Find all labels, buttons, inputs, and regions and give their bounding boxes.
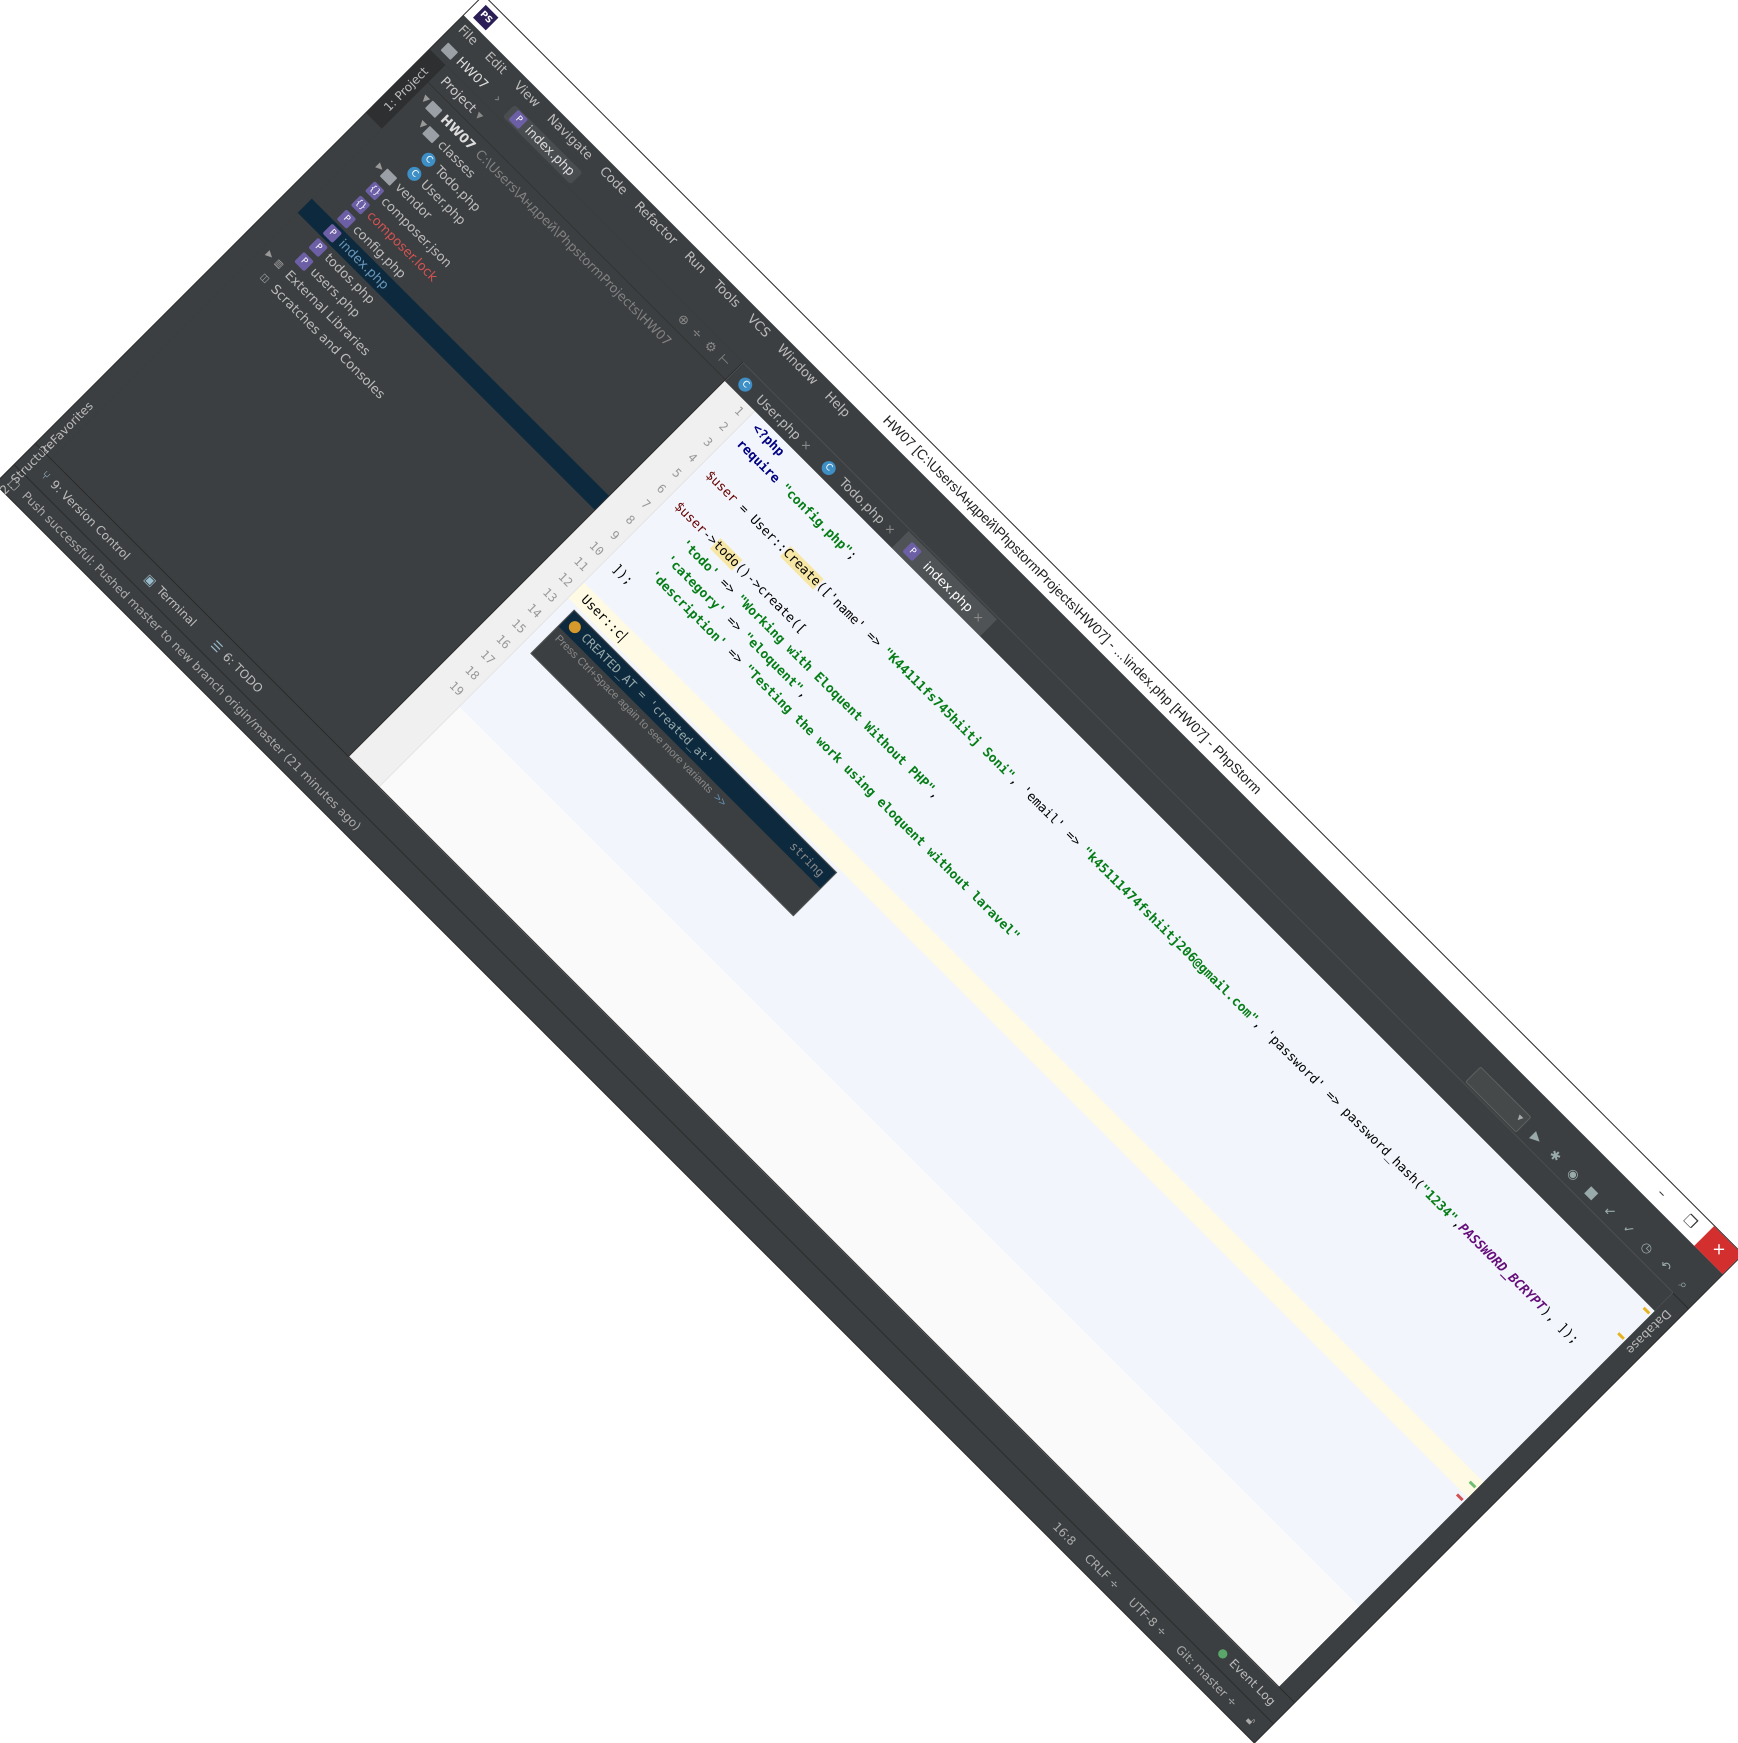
rotated-screenshot: PS HW07 [C:\Users\Андрей\PhpstormProject… xyxy=(0,0,1738,1743)
change-mark[interactable] xyxy=(1468,1480,1477,1489)
vcs-revert-icon[interactable]: ↶ xyxy=(1654,1255,1677,1278)
warning-mark[interactable] xyxy=(1617,1332,1625,1340)
class-icon: C xyxy=(818,457,839,478)
branch-icon: ⑂ xyxy=(38,468,54,484)
php-file-icon: P xyxy=(508,109,529,130)
vcs-history-icon[interactable]: ◷ xyxy=(1636,1237,1659,1260)
search-icon[interactable]: ⌕ xyxy=(1672,1273,1695,1296)
run-icon[interactable]: ▶ xyxy=(1525,1126,1548,1149)
scratches-icon: ◫ xyxy=(257,272,271,286)
close-tab-icon[interactable]: ✕ xyxy=(882,522,898,538)
more-variants-link[interactable]: >> xyxy=(711,792,729,810)
collapse-icon[interactable]: ÷ xyxy=(688,324,706,342)
coverage-icon[interactable]: ◉ xyxy=(1562,1163,1585,1186)
vcs-update-icon[interactable]: ↙ xyxy=(1599,1200,1622,1223)
close-tab-icon[interactable]: ✕ xyxy=(798,438,814,454)
error-mark[interactable] xyxy=(1455,1493,1464,1502)
locate-icon[interactable]: ⊕ xyxy=(674,311,692,329)
event-log-icon: ● xyxy=(1214,1644,1233,1662)
ide-window: PS HW07 [C:\Users\Андрей\PhpstormProject… xyxy=(0,0,1738,1743)
warning-mark[interactable] xyxy=(1642,1306,1651,1315)
hide-icon[interactable]: ⊢ xyxy=(715,352,734,371)
folder-icon xyxy=(440,42,459,60)
panel-toggle-icon[interactable]: ▢ xyxy=(6,475,24,493)
terminal-icon: ▣ xyxy=(141,571,160,590)
breadcrumb-separator: › xyxy=(490,91,505,106)
class-icon: C xyxy=(735,374,756,395)
vcs-commit-icon[interactable]: ✓ xyxy=(1617,1218,1640,1241)
close-tab-icon[interactable]: ✕ xyxy=(970,610,986,626)
phpstorm-icon: PS xyxy=(473,4,499,31)
php-file-icon: P xyxy=(902,541,923,562)
caret-position[interactable]: 16:8 xyxy=(1050,1519,1079,1549)
gear-icon[interactable]: ⚙ xyxy=(701,338,720,357)
stop-icon[interactable]: ■ xyxy=(1580,1182,1603,1205)
debug-icon[interactable]: ✱ xyxy=(1544,1145,1567,1168)
todo-icon: ☰ xyxy=(207,637,226,656)
lock-icon[interactable]: 🔓︎ xyxy=(1243,1712,1259,1728)
constant-icon xyxy=(566,618,584,636)
